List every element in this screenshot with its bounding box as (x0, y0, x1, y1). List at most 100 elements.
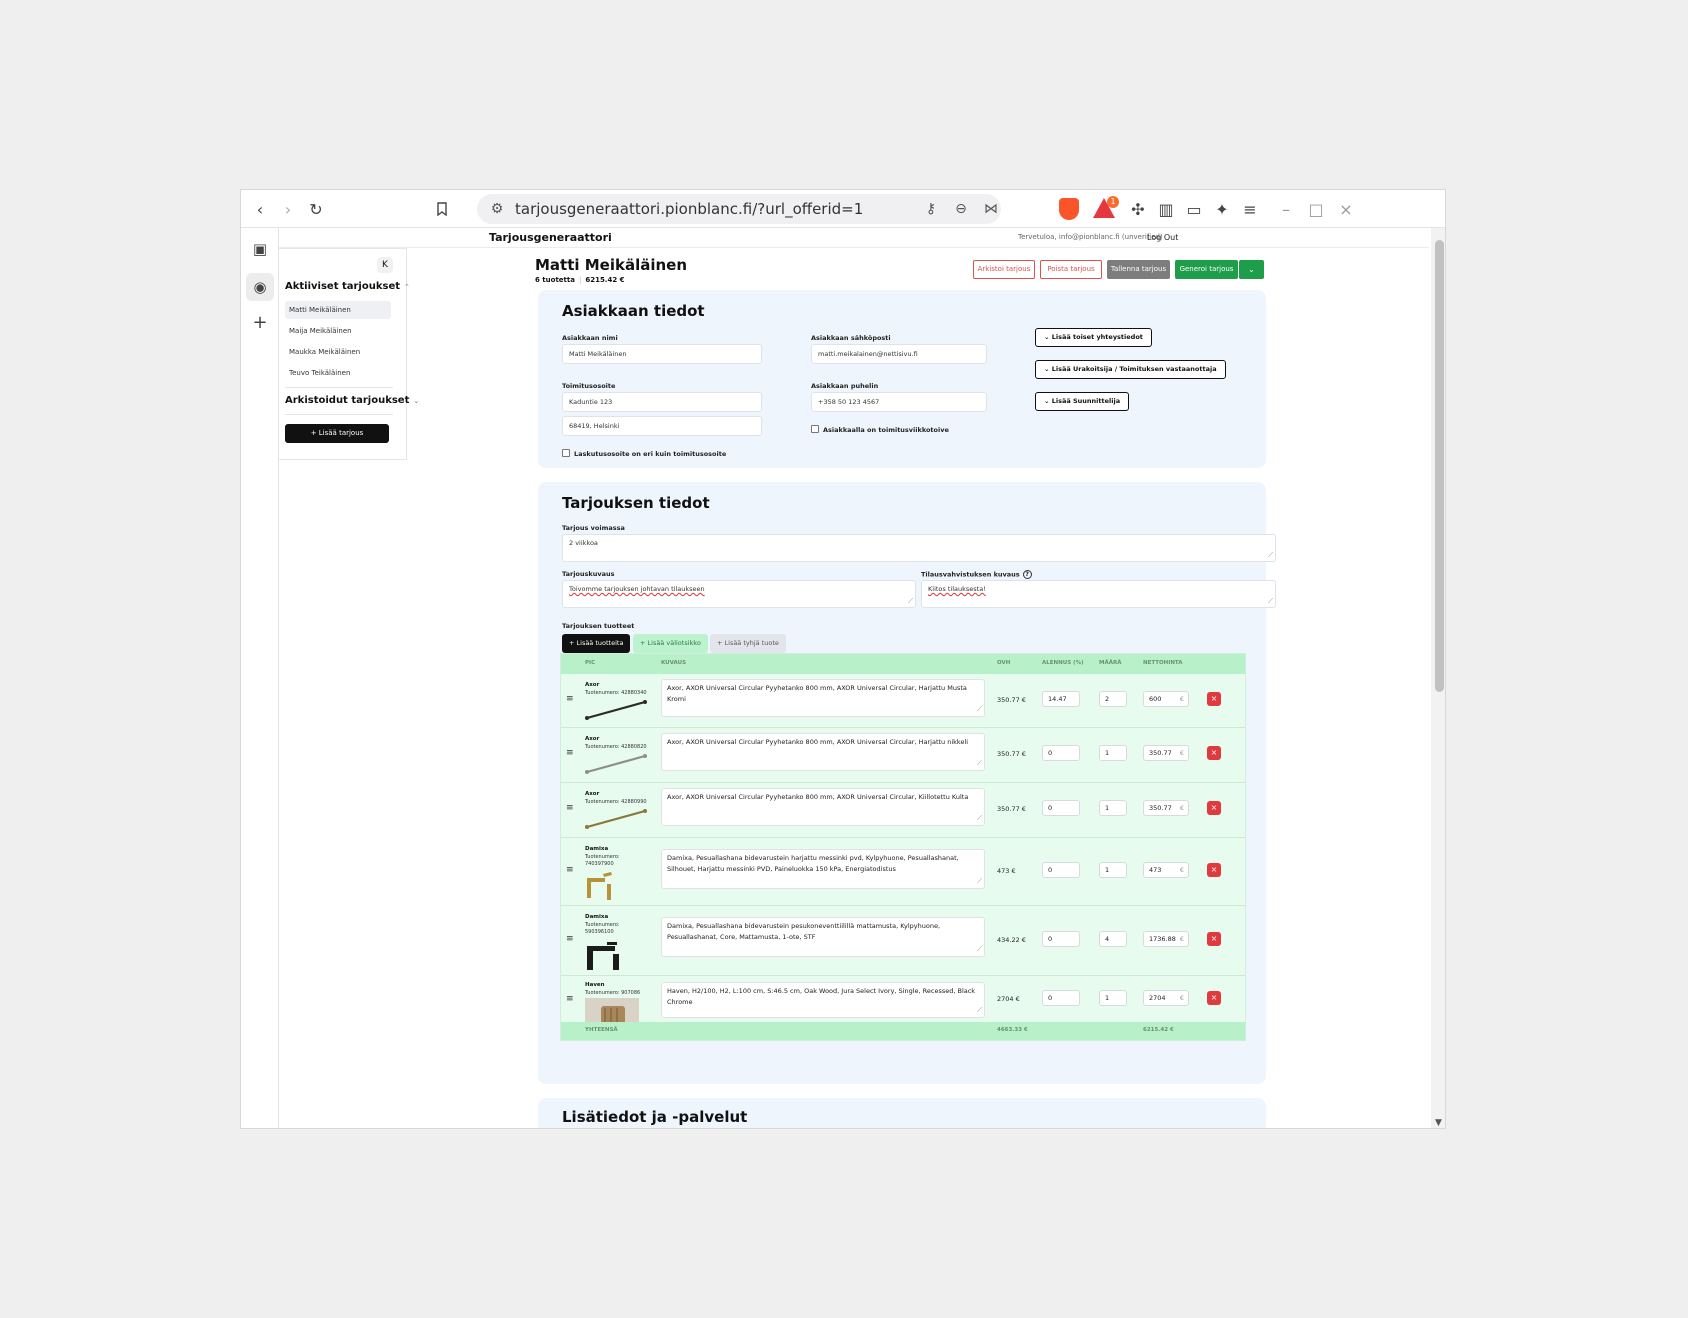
offer-description-textarea[interactable]: Toivomme tarjouksen johtavan tilaukseen ⟋ (562, 580, 916, 608)
delete-row-button[interactable]: × (1207, 746, 1221, 760)
product-description-input[interactable]: Axor, AXOR Universal Circular Pyyhetanko… (661, 788, 985, 826)
net-price-input[interactable]: 2704 € (1143, 990, 1189, 1006)
site-settings-icon[interactable]: ⚙ (487, 199, 507, 219)
net-price-input[interactable]: 473 € (1143, 862, 1189, 878)
net-price-input[interactable]: 350.77 € (1143, 745, 1189, 761)
add-subheading-button[interactable]: + Lisää väliotsikko (633, 634, 708, 653)
address-bar[interactable]: ⚙ tarjousgeneraattori.pionblanc.fi/?url_… (477, 194, 1001, 224)
key-icon[interactable]: ⚷ (921, 199, 941, 219)
net-price-input[interactable]: 600 € (1143, 691, 1189, 707)
add-offer-button[interactable]: + Lisää tarjous (285, 424, 389, 443)
sidebar-item-offer[interactable]: Teuvo Teikäläinen (285, 364, 391, 382)
validity-textarea[interactable]: 2 viikkoa ⟋ (562, 534, 1276, 562)
reload-icon[interactable]: ↻ (305, 198, 327, 220)
address-label: Toimitusosoite (562, 382, 616, 390)
offer-summary: 6 tuotetta | 6215.42 € (535, 276, 625, 284)
add-empty-product-button[interactable]: + Lisää tyhjä tuote (710, 634, 786, 653)
product-description-input[interactable]: Damixa, Pesuallashana bidevarustein pesu… (661, 917, 985, 957)
quantity-input[interactable]: 1 (1099, 745, 1127, 761)
quantity-input[interactable]: 2 (1099, 691, 1127, 707)
delete-row-button[interactable]: × (1207, 863, 1221, 877)
delete-offer-button[interactable]: Poista tarjous (1040, 260, 1102, 279)
customer-phone-input[interactable]: +358 50 123 4567 (811, 392, 987, 412)
sidebar-toggle-icon[interactable]: ▥ (1155, 198, 1177, 220)
maximize-icon[interactable]: □ (1305, 198, 1327, 220)
quantity-input[interactable]: 1 (1099, 800, 1127, 816)
collapse-sidebar-icon[interactable]: K (377, 257, 393, 273)
quantity-input[interactable]: 4 (1099, 931, 1127, 947)
discount-input[interactable]: 0 (1042, 800, 1080, 816)
sidebar-item-offer[interactable]: Maukka Meikäläinen (285, 343, 391, 361)
bookmark-icon[interactable] (431, 198, 453, 220)
discount-input[interactable]: 14.47 (1042, 691, 1080, 707)
active-offers-heading[interactable]: Aktiiviset tarjoukset ⌃ (285, 281, 410, 292)
address-line1-input[interactable]: Kaduntie 123 (562, 392, 762, 412)
delete-row-button[interactable]: × (1207, 801, 1221, 815)
delete-row-button[interactable]: × (1207, 991, 1221, 1005)
extensions-icon[interactable]: ✣ (1127, 198, 1149, 220)
scroll-down-icon[interactable]: ▼ (1435, 1118, 1442, 1128)
drag-handle-icon[interactable]: ≡ (566, 803, 574, 813)
generate-options-chevron-icon[interactable]: ⌄ (1239, 260, 1264, 279)
confirmation-textarea[interactable]: Kiitos tilauksesta! ⟋ (921, 580, 1276, 608)
add-panel-icon[interactable]: + (249, 311, 271, 333)
product-description-input[interactable]: Damixa, Pesuallashana bidevarustein harj… (661, 849, 985, 889)
discount-input[interactable]: 0 (1042, 745, 1080, 761)
brave-shields-icon[interactable] (1059, 198, 1079, 220)
extra-services-title: Lisätiedot ja -palvelut (562, 1108, 748, 1126)
product-description-input[interactable]: Axor, AXOR Universal Circular Pyyhetanko… (661, 733, 985, 771)
net-price-input[interactable]: 350.77 € (1143, 800, 1189, 816)
drag-handle-icon[interactable]: ≡ (566, 748, 574, 758)
scrollbar-thumb[interactable] (1435, 240, 1444, 692)
delete-row-button[interactable]: × (1207, 932, 1221, 946)
drag-handle-icon[interactable]: ≡ (566, 694, 574, 704)
address-line2-input[interactable]: 68419, Helsinki (562, 416, 762, 436)
menu-icon[interactable]: ≡ (1239, 198, 1261, 220)
archive-offer-button[interactable]: Arkistoi tarjous (973, 260, 1035, 279)
net-price-input[interactable]: 1736.88 € (1143, 931, 1189, 947)
sidebar-item-offer[interactable]: Matti Meikäläinen (285, 301, 391, 319)
wallet-icon[interactable]: ▭ (1183, 198, 1205, 220)
sidebar-item-offer[interactable]: Maija Meikäläinen (285, 322, 391, 340)
drag-handle-icon[interactable]: ≡ (566, 994, 574, 1004)
add-designer-button[interactable]: ⌄ Lisää Suunnittelija (1035, 392, 1130, 411)
product-description-input[interactable]: Haven, H2/100, H2, L:100 cm, S:46.5 cm, … (661, 982, 985, 1018)
minimize-icon[interactable]: – (1275, 198, 1297, 220)
table-header: PIC KUVAUS OVH ALENNUS (%) MÄÄRÄ NETTOHI… (561, 654, 1245, 674)
drag-handle-icon[interactable]: ≡ (566, 934, 574, 944)
logout-link[interactable]: Log Out (1147, 233, 1178, 242)
discount-input[interactable]: 0 (1042, 990, 1080, 1006)
column-header-quantity: MÄÄRÄ (1099, 660, 1122, 666)
delete-row-button[interactable]: × (1207, 692, 1221, 706)
help-icon[interactable]: ? (1022, 570, 1032, 579)
add-products-button[interactable]: + Lisää tuotteita (562, 634, 631, 653)
share-icon[interactable]: ⋈ (981, 199, 1001, 219)
url-text[interactable]: tarjousgeneraattori.pionblanc.fi/?url_of… (515, 200, 863, 218)
leo-ai-icon[interactable]: ✦ (1211, 198, 1233, 220)
back-icon[interactable]: ‹ (249, 198, 271, 220)
customer-email-input[interactable]: matti.meikalainen@nettisivu.fi (811, 344, 987, 364)
quantity-input[interactable]: 1 (1099, 990, 1127, 1006)
globe-icon[interactable]: ◉ (246, 273, 274, 301)
discount-input[interactable]: 0 (1042, 862, 1080, 878)
page-scrollbar[interactable]: ▼ (1431, 228, 1445, 1128)
save-offer-button[interactable]: Tallenna tarjous (1107, 260, 1170, 279)
drag-handle-icon[interactable]: ≡ (566, 865, 574, 875)
delivery-week-checkbox[interactable] (811, 425, 819, 433)
discount-input[interactable]: 0 (1042, 931, 1080, 947)
panel-toggle-icon[interactable]: ▣ (249, 238, 271, 260)
archived-offers-heading[interactable]: Arkistoidut tarjoukset ⌄ (285, 395, 419, 406)
product-description-input[interactable]: Axor, AXOR Universal Circular Pyyhetanko… (661, 679, 985, 717)
chevron-up-icon: ⌃ (404, 283, 410, 291)
customer-name-input[interactable]: Matti Meikäläinen (562, 344, 762, 364)
close-icon[interactable]: × (1335, 198, 1357, 220)
add-contacts-button[interactable]: ⌄ Lisää toiset yhteystiedot (1035, 328, 1152, 347)
extra-services-card: Lisätiedot ja -palvelut (538, 1098, 1266, 1128)
zoom-out-icon[interactable]: ⊖ (951, 199, 971, 219)
add-contractor-button[interactable]: ⌄ Lisää Urakoitsija / Toimituksen vastaa… (1035, 360, 1226, 379)
quantity-input[interactable]: 1 (1099, 862, 1127, 878)
product-brand: Axor (585, 791, 600, 797)
billing-address-checkbox[interactable] (562, 449, 570, 457)
generate-offer-button[interactable]: Generoi tarjous (1175, 260, 1238, 279)
forward-icon[interactable]: › (277, 198, 299, 220)
